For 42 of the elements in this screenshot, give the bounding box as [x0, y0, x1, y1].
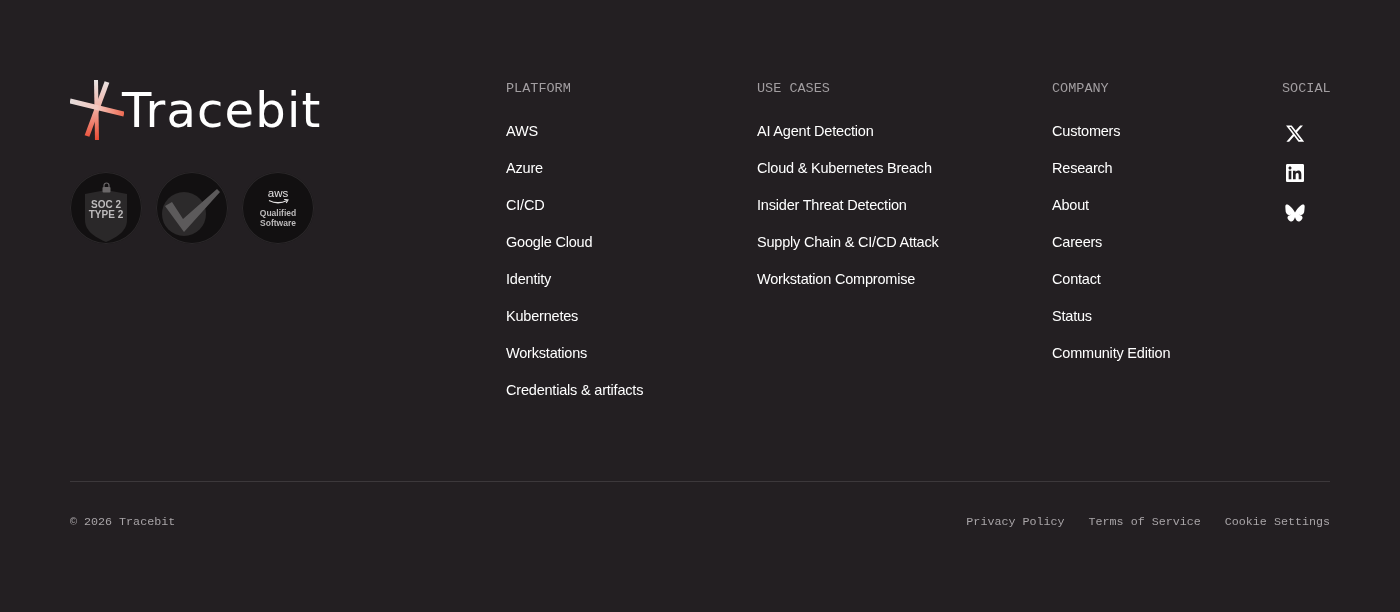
legal-link[interactable]: Terms of Service: [1088, 514, 1201, 530]
footer-link[interactable]: Credentials & artifacts: [506, 380, 644, 400]
home-logo-link[interactable]: Tracebit: [70, 80, 322, 140]
x-logo-icon[interactable]: [1286, 124, 1304, 142]
badge-label: Software: [260, 218, 296, 228]
badge-logo-text: aws: [267, 188, 289, 199]
footer-link[interactable]: Careers: [1052, 232, 1103, 252]
column-heading: USE CASES: [757, 80, 830, 98]
shield-icon: [85, 190, 127, 242]
linkedin-icon[interactable]: [1286, 164, 1304, 182]
legal-link[interactable]: Privacy Policy: [966, 514, 1065, 530]
column-heading: PLATFORM: [506, 80, 571, 98]
footer-link[interactable]: Community Edition: [1052, 343, 1171, 363]
padlock-icon: [102, 182, 111, 193]
footer-link[interactable]: Contact: [1052, 269, 1101, 289]
footer-link[interactable]: Status: [1052, 306, 1092, 326]
footer-link[interactable]: Customers: [1052, 121, 1121, 141]
logo-mark-icon: [70, 80, 124, 140]
footer-link[interactable]: About: [1052, 195, 1089, 215]
footer-link[interactable]: Identity: [506, 269, 552, 289]
footer-link[interactable]: AWS: [506, 121, 538, 141]
footer-link[interactable]: Azure: [506, 158, 543, 178]
footer-link[interactable]: Supply Chain & CI/CD Attack: [757, 232, 939, 252]
checkmark-icon: [162, 188, 220, 236]
column-heading: COMPANY: [1052, 80, 1109, 98]
badge-label: TYPE 2: [88, 210, 124, 220]
legal-link[interactable]: Cookie Settings: [1224, 514, 1330, 530]
butterfly-icon[interactable]: [1285, 204, 1305, 222]
smile-arrow-icon: [267, 199, 289, 204]
footer-link[interactable]: Cloud & Kubernetes Breach: [757, 158, 932, 178]
footer-link[interactable]: Insider Threat Detection: [757, 195, 907, 215]
footer-link[interactable]: Kubernetes: [506, 306, 579, 326]
copyright-text: © 2026 Tracebit: [70, 514, 176, 530]
column-heading: SOCIAL: [1282, 80, 1331, 98]
footer-link[interactable]: Research: [1052, 158, 1113, 178]
footer-link[interactable]: AI Agent Detection: [757, 121, 874, 141]
footer-link[interactable]: CI/CD: [506, 195, 545, 215]
badge-label: Qualified: [259, 209, 297, 219]
footer-link[interactable]: Workstations: [506, 343, 588, 363]
footer-link[interactable]: Google Cloud: [506, 232, 593, 252]
badge-label: SOC 2: [91, 200, 121, 210]
footer-link[interactable]: Workstation Compromise: [757, 269, 916, 289]
